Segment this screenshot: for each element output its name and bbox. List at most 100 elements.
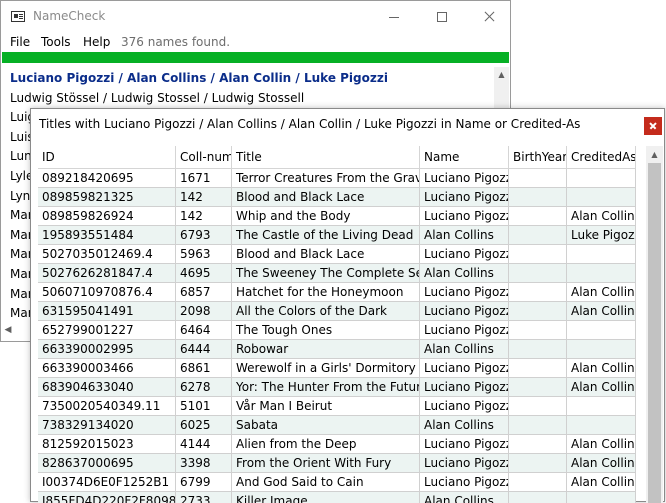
table-row[interactable]: 5060710970876.4 6857 Hatchet for the Honey…: [38, 283, 636, 302]
cell-creditedas: [567, 340, 636, 358]
cell-id: 7350020540349.11: [38, 397, 176, 415]
cell-birthyear: [509, 473, 567, 491]
progress-bar: [2, 52, 509, 63]
cell-coll-num: 6799: [176, 473, 232, 491]
cell-title: The Tough Ones: [232, 321, 420, 339]
cell-name: Alan Collins: [420, 264, 509, 282]
cell-title: Sabata: [232, 416, 420, 434]
table-row[interactable]: 089859821325 142 Blood and Black Lace Lucia…: [38, 188, 636, 207]
table-row[interactable]: 195893551484 6793 The Castle of the Living…: [38, 226, 636, 245]
cell-creditedas: [567, 416, 636, 434]
table-row[interactable]: 738329134020 6025 Sabata Alan Collins: [38, 416, 636, 435]
scroll-up-arrow-icon[interactable]: ▲: [494, 67, 509, 82]
table-row[interactable]: 812592015023 4144 Alien from the Deep Lucia…: [38, 435, 636, 454]
cell-creditedas: Alan Collins: [567, 207, 636, 225]
cell-title: The Sweeney The Complete Series: [232, 264, 420, 282]
cell-name: Luciano Pigozzi: [420, 283, 509, 301]
table-row[interactable]: 5027035012469.4 5963 Blood and Black Lace L…: [38, 245, 636, 264]
table-row[interactable]: I00374D6E0F1252B1 6799 And God Said to Cai…: [38, 473, 636, 492]
cell-birthyear: [509, 188, 567, 206]
cell-title: Werewolf in a Girls' Dormitory: [232, 359, 420, 377]
cell-id: 631595041491: [38, 302, 176, 320]
column-header-creditedas[interactable]: CreditedAs: [567, 146, 636, 168]
cell-birthyear: [509, 454, 567, 472]
cell-name: Alan Collins: [420, 340, 509, 358]
menu-tools[interactable]: Tools: [41, 35, 71, 49]
table-row[interactable]: 828637000695 3398 From the Orient With Fur…: [38, 454, 636, 473]
table-row[interactable]: 089859826924 142 Whip and the Body Luciano …: [38, 207, 636, 226]
cell-id: 5060710970876.4: [38, 283, 176, 301]
app-icon: [11, 11, 25, 22]
column-header-id[interactable]: ID: [38, 146, 176, 168]
menu-help[interactable]: Help: [83, 35, 110, 49]
cell-coll-num: 6278: [176, 378, 232, 396]
cell-coll-num: 1671: [176, 169, 232, 187]
scroll-left-arrow-icon[interactable]: ◀: [2, 323, 14, 338]
title-bar: NameCheck: [1, 1, 510, 32]
close-button[interactable]: [466, 1, 512, 32]
cell-title: Robowar: [232, 340, 420, 358]
cell-birthyear: [509, 169, 567, 187]
grid-scroll-up-arrow-icon[interactable]: ▲: [647, 147, 662, 162]
cell-creditedas: [567, 492, 636, 503]
table-row[interactable]: 089218420695 1671 Terror Creatures From th…: [38, 169, 636, 188]
cell-birthyear: [509, 435, 567, 453]
cell-id: 652799001227: [38, 321, 176, 339]
column-header-coll-num[interactable]: Coll-num: [176, 146, 232, 168]
table-row[interactable]: 7350020540349.11 5101 Vår Man I Beirut Luci…: [38, 397, 636, 416]
cell-name: Luciano Pigozzi: [420, 359, 509, 377]
minimize-button[interactable]: [371, 1, 417, 32]
cell-title: Whip and the Body: [232, 207, 420, 225]
cell-id: 663390002995: [38, 340, 176, 358]
table-row[interactable]: I855FD4D220F2F8098.142733Killer ImageAla…: [38, 492, 636, 503]
grid-header: ID Coll-num Title Name BirthYear CreditedAs: [38, 146, 636, 169]
cell-name: Luciano Pigozzi: [420, 207, 509, 225]
column-header-birthyear[interactable]: BirthYear: [509, 146, 567, 168]
cell-coll-num: 5963: [176, 245, 232, 263]
cell-birthyear: [509, 245, 567, 263]
progress-fill: [2, 52, 509, 63]
cell-title: The Castle of the Living Dead: [232, 226, 420, 244]
grid-scrollbar[interactable]: ▲: [646, 146, 663, 503]
cell-creditedas: Luke Pigozzi: [567, 226, 636, 244]
cell-creditedas: [567, 397, 636, 415]
titles-grid[interactable]: ID Coll-num Title Name BirthYear CreditedAs 0…: [38, 146, 636, 503]
cell-name: Alan Collins: [420, 226, 509, 244]
cell-id: 663390003466: [38, 359, 176, 377]
cell-coll-num: 2733: [176, 492, 232, 503]
cell-birthyear: [509, 340, 567, 358]
cell-coll-num: 2098: [176, 302, 232, 320]
cell-coll-num: 6857: [176, 283, 232, 301]
cell-id: 089218420695: [38, 169, 176, 187]
grid-scroll-thumb[interactable]: [648, 163, 661, 503]
column-header-name[interactable]: Name: [420, 146, 509, 168]
cell-creditedas: [567, 245, 636, 263]
list-item-selected[interactable]: Luciano Pigozzi / Alan Collins / Alan Co…: [10, 71, 388, 85]
cell-birthyear: [509, 283, 567, 301]
cell-creditedas: Alan Collins: [567, 302, 636, 320]
cell-title: Hatchet for the Honeymoon: [232, 283, 420, 301]
table-row[interactable]: 663390002995 6444 Robowar Alan Collins: [38, 340, 636, 359]
maximize-button[interactable]: [419, 1, 465, 32]
dialog-close-button[interactable]: [644, 117, 662, 135]
cell-birthyear: [509, 359, 567, 377]
table-row[interactable]: 663390003466 6861 Werewolf in a Girls' Dor…: [38, 359, 636, 378]
cell-birthyear: [509, 492, 567, 503]
cell-birthyear: [509, 416, 567, 434]
cell-creditedas: Alan Collins: [567, 378, 636, 396]
cell-coll-num: 6464: [176, 321, 232, 339]
column-header-title[interactable]: Title: [232, 146, 420, 168]
cell-id: I855FD4D220F2F8098.14: [38, 492, 176, 503]
cell-title: Terror Creatures From the Grave: [232, 169, 420, 187]
table-row[interactable]: 683904633040 6278 Yor: The Hunter From the…: [38, 378, 636, 397]
table-row[interactable]: 631595041491 2098 All the Colors of the Da…: [38, 302, 636, 321]
menu-bar: File Tools Help 376 names found.: [1, 32, 510, 52]
menu-file[interactable]: File: [10, 35, 30, 49]
cell-title: Alien from the Deep: [232, 435, 420, 453]
list-item[interactable]: Ludwig Stössel / Ludwig Stossel / Ludwig…: [10, 91, 304, 105]
table-row[interactable]: 5027626281847.4 4695 The Sweeney The Compl…: [38, 264, 636, 283]
cell-name: Luciano Pigozzi: [420, 378, 509, 396]
cell-birthyear: [509, 264, 567, 282]
table-row[interactable]: 652799001227 6464 The Tough Ones Luciano Pi…: [38, 321, 636, 340]
cell-creditedas: Alan Collins: [567, 435, 636, 453]
